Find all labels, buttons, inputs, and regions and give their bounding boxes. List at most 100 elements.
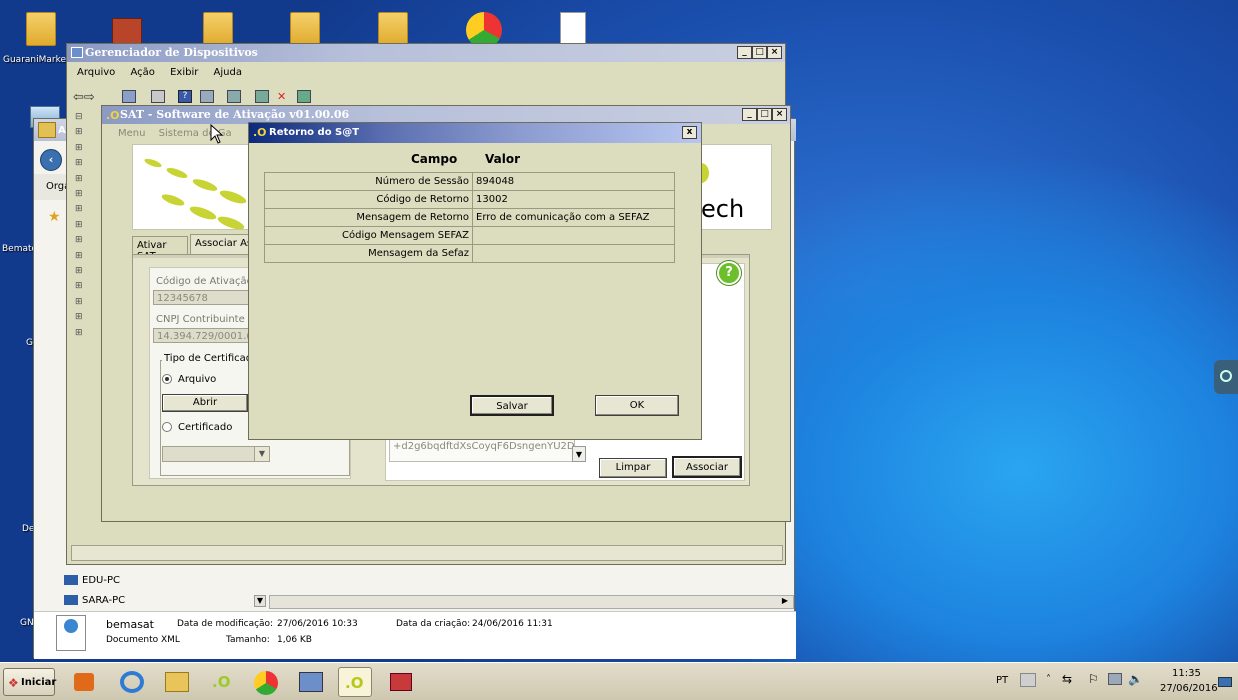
tab-associar-assinatura[interactable]: Associar Ass [190,234,252,255]
dialog-logo-icon: .O [253,126,267,139]
valor-cell[interactable]: 894048 [472,172,675,191]
keyboard-icon[interactable] [1020,673,1036,687]
folder-icon[interactable] [378,12,408,46]
scroll-down-button[interactable]: ▼ [254,595,266,607]
details-created-value: 24/06/2016 11:31 [472,619,553,629]
clock-date[interactable]: 27/06/2016 [1160,683,1218,694]
details-filename: bemasat [106,618,154,631]
desktop-label-gn[interactable]: GN [20,618,34,628]
scroll-right-button[interactable]: ▶ [779,596,791,608]
toolbar-enable-icon[interactable] [297,90,311,103]
radio-arquivo-label: Arquivo [178,374,217,385]
folder-icon[interactable] [26,12,56,46]
tab-ativar-sat[interactable]: Ativar SAT [132,236,188,262]
close-button[interactable]: × [767,46,782,59]
device-manager-menubar: Arquivo Ação Exibir Ajuda [77,67,254,78]
sat-maximize-button[interactable]: □ [757,108,772,121]
menu-exibir[interactable]: Exibir [170,67,198,78]
nav-item-edu-pc[interactable]: EDU-PC [82,575,120,586]
sat-logo-icon: .O [106,109,120,122]
device-tree: ⊟ ⊞ ⊞ ⊞ ⊞ ⊞ ⊞ ⊞ ⊞ ⊞ ⊞ ⊞ ⊞ ⊞ ⊞ [75,112,83,338]
radio-certificado-label: Certificado [178,422,233,433]
dialog-close-button[interactable]: x [682,126,697,139]
toolbar-scan-icon[interactable] [227,90,241,103]
folder-icon[interactable] [203,12,233,46]
toolbar-uninstall-icon[interactable]: ✕ [277,90,291,103]
details-modified-value: 27/06/2016 10:33 [277,619,358,629]
details-size-label: Tamanho: [226,635,270,645]
assinatura-textarea[interactable]: +d2g6bqdftdXsCoyqF6DsngenYU2Did4in [389,438,575,462]
usb-icon[interactable]: ⇆ [1062,672,1072,686]
radio-certificado[interactable] [162,422,172,432]
sat-active-taskbar-icon[interactable]: .O [338,667,372,697]
folder-icon[interactable] [290,12,320,46]
language-indicator[interactable]: PT [996,675,1008,686]
valor-cell[interactable]: Erro de comunicação com a SEFAZ [472,208,675,227]
ok-button[interactable]: OK [595,395,679,416]
limpar-button[interactable]: Limpar [599,458,667,478]
table-row: Código de Retorno 13002 [264,190,675,209]
desktop-label-guarani[interactable]: GuaraniMarket [3,55,70,65]
details-size-value: 1,06 KB [277,635,312,645]
flag-icon[interactable]: ⚐ [1088,672,1099,686]
menu-acao[interactable]: Ação [130,67,154,78]
details-created-label: Data da criação: [396,619,471,629]
toolbar-view-icon[interactable] [122,90,136,103]
internet-explorer-icon[interactable] [116,667,150,697]
valor-cell[interactable]: 13002 [472,190,675,209]
show-desktop-icon[interactable] [1218,677,1232,687]
sat-close-button[interactable]: × [772,108,787,121]
sat-app-icon[interactable]: .O [206,667,240,697]
chevron-down-icon[interactable]: ▼ [254,447,269,461]
codigo-ativacao-input[interactable]: 12345678 [153,290,249,305]
valor-cell[interactable] [472,244,675,263]
minimize-button[interactable]: _ [737,46,752,59]
campo-cell: Código Mensagem SEFAZ [264,226,473,245]
cnpj-label: CNPJ Contribuinte [156,314,245,325]
valor-cell[interactable] [472,226,675,245]
menu-ajuda[interactable]: Ajuda [214,67,242,78]
salvar-button[interactable]: Salvar [470,395,554,416]
device-manager-taskbar-icon[interactable] [294,667,328,697]
sat-minimize-button[interactable]: _ [742,108,757,121]
menu-arquivo[interactable]: Arquivo [77,67,115,78]
dialog-title: Retorno do S@T [269,127,360,138]
network-icon[interactable] [1108,673,1122,685]
desktop-label-bemato[interactable]: Bemato [2,244,37,254]
sat-menu-menu[interactable]: Menu [118,128,145,139]
show-hidden-icons-icon[interactable]: ˄ [1046,674,1051,685]
sat-title: SAT - Software de Ativação v01.00.06 [120,108,350,121]
tipo-certificado-label: Tipo de Certificad [162,353,255,364]
explorer-folder-icon[interactable] [160,667,194,697]
toolbar-help-icon[interactable]: ? [178,90,192,103]
document-icon[interactable] [560,12,586,46]
clock-time[interactable]: 11:35 [1172,668,1201,679]
desktop-label-g[interactable]: G [26,338,33,348]
start-label: Iniciar [21,677,57,688]
table-row: Número de Sessão 894048 [264,172,675,191]
favorites-star-icon[interactable]: ★ [48,209,61,225]
toolbar-update-icon[interactable] [255,90,269,103]
nav-item-sara-pc[interactable]: SARA-PC [82,595,125,606]
mouse-cursor-icon [210,124,224,144]
xml-globe-icon [64,619,78,633]
maximize-button[interactable]: □ [752,46,767,59]
horizontal-scrollbar[interactable] [269,595,794,609]
outlook-icon[interactable] [68,667,102,697]
computer-icon [64,575,78,585]
help-icon[interactable]: ? [717,261,741,285]
start-button[interactable]: ❖ Iniciar [3,668,57,696]
desktop: GuaraniMarket Bemato G De GN Ac ‹ Orga ★… [0,0,1238,662]
associar-button[interactable]: Associar [672,456,742,478]
toolbox-taskbar-icon[interactable] [384,667,418,697]
toolbar-back-forward-icon[interactable]: ⇦⇨ [73,90,95,105]
back-arrow-icon[interactable]: ‹ [40,149,62,171]
chrome-taskbar-icon[interactable] [250,667,284,697]
toolbar-list-icon[interactable] [200,90,214,103]
cnpj-input[interactable]: 14.394.729/0001.( [153,328,249,343]
textarea-scroll-down-icon[interactable]: ▼ [572,446,586,462]
abrir-button[interactable]: Abrir [162,394,248,412]
device-manager-icon [71,47,83,58]
toolbar-properties-icon[interactable] [151,90,165,103]
volume-icon[interactable]: 🔈 [1128,672,1143,686]
